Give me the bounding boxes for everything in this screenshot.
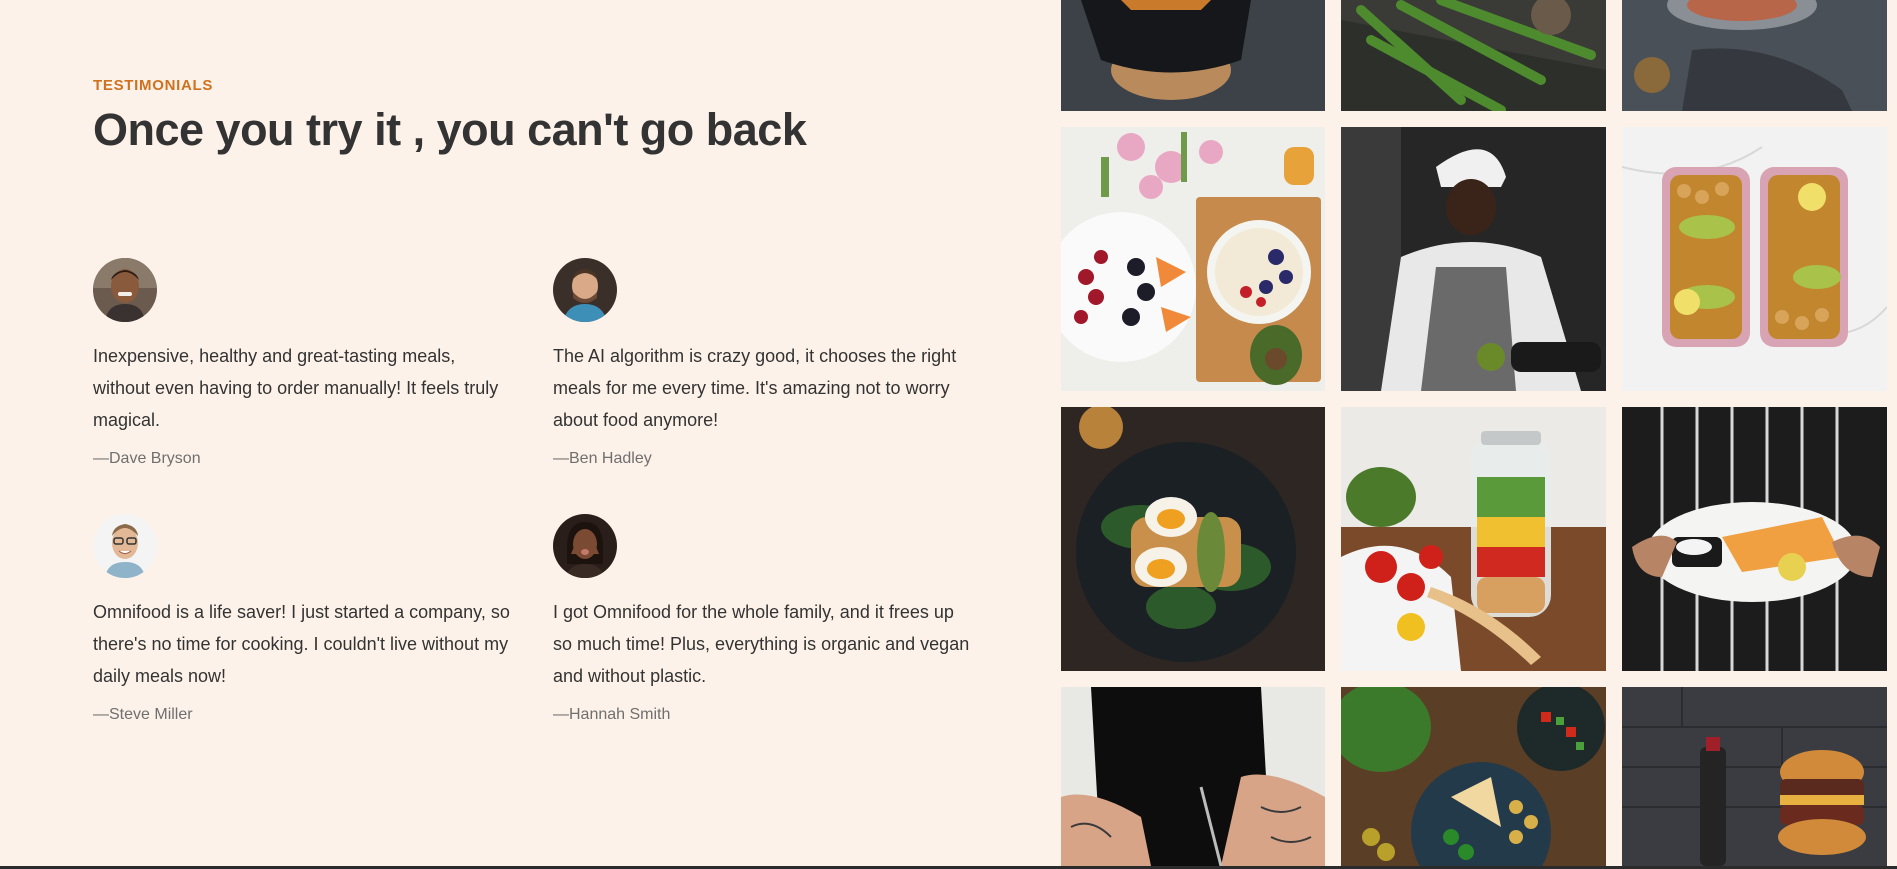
- avatar-dave-bryson: [93, 258, 157, 322]
- testimonials-page: Testimonials Once you try it , you can't…: [0, 0, 1897, 866]
- gallery-image-stone-pot: [1061, 0, 1325, 111]
- testimonial-quote: Omnifood is a life saver! I just started…: [93, 602, 510, 686]
- testimonial-card-ben: The AI algorithm is crazy good, it choos…: [553, 258, 973, 468]
- testimonials-section: Testimonials Once you try it , you can't…: [0, 0, 1061, 866]
- testimonial-quote: I got Omnifood for the whole family, and…: [553, 602, 970, 686]
- food-gallery: [1061, 0, 1897, 866]
- gallery-image-chef: [1341, 127, 1606, 391]
- gallery-image-egg-toast: [1061, 407, 1325, 671]
- section-subheading: Testimonials: [93, 77, 214, 94]
- avatar-steve-miller: [93, 514, 157, 578]
- avatar-hannah-smith: [553, 514, 617, 578]
- gallery-image-meal-prep: [1622, 127, 1887, 391]
- gallery-image-veggie-spread: [1341, 687, 1606, 866]
- testimonial-quote: Inexpensive, healthy and great-tasting m…: [93, 346, 499, 430]
- avatar-ben-hadley: [553, 258, 617, 322]
- testimonial-author: —Dave Bryson: [93, 450, 201, 467]
- gallery-image-dark-plate: [1622, 0, 1887, 111]
- testimonial-author: —Ben Hadley: [553, 450, 652, 467]
- testimonial-card-hannah: I got Omnifood for the whole family, and…: [553, 514, 973, 724]
- testimonial-author: —Steve Miller: [93, 706, 193, 723]
- gallery-image-burger: [1622, 687, 1887, 866]
- gallery-image-tattooed-chef: [1061, 687, 1325, 866]
- testimonial-card-dave: Inexpensive, healthy and great-tasting m…: [93, 258, 513, 468]
- gallery-image-served-plate: [1622, 407, 1887, 671]
- testimonial-quote: The AI algorithm is crazy good, it choos…: [553, 346, 957, 430]
- gallery-image-asparagus: [1341, 0, 1606, 111]
- testimonial-card-steve: Omnifood is a life saver! I just started…: [93, 514, 513, 724]
- testimonial-author: —Hannah Smith: [553, 706, 671, 723]
- section-heading: Once you try it , you can't go back: [93, 104, 807, 155]
- gallery-image-fruit-bowl: [1061, 127, 1325, 391]
- gallery-image-salad-jar: [1341, 407, 1606, 671]
